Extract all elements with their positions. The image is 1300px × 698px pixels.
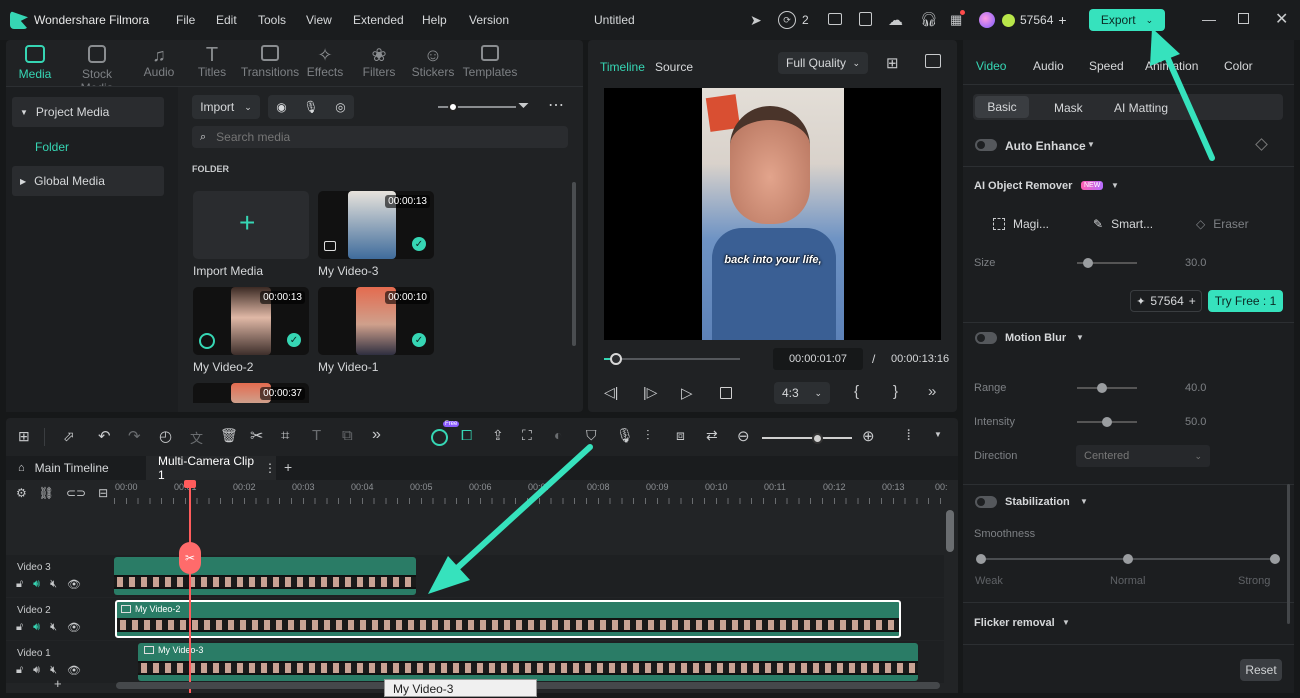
arrow-head-export: [1150, 28, 1180, 66]
annotation-arrows: [428, 28, 1215, 594]
arrow-to-export: [1162, 49, 1215, 161]
arrow-to-timeline-clip: [452, 444, 593, 573]
